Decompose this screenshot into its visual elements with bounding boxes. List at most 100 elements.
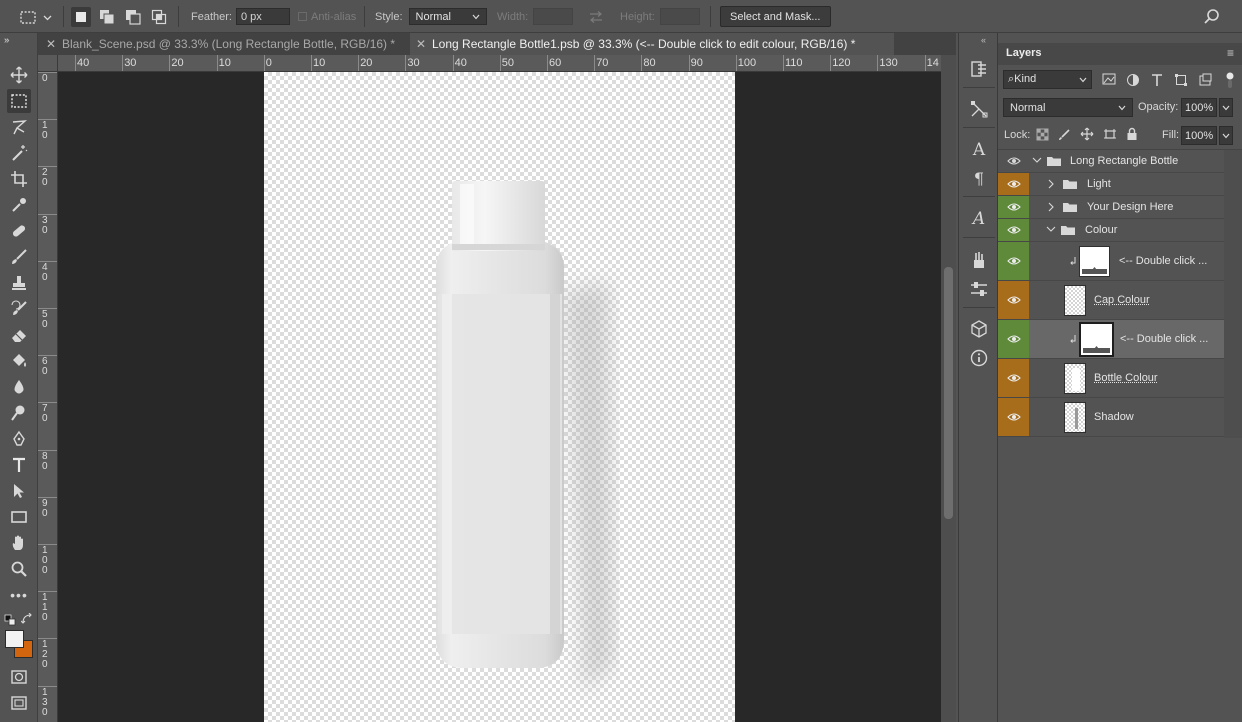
layer-row-bottle-colour[interactable]: Bottle Colour: [998, 359, 1224, 398]
width-input[interactable]: [533, 8, 574, 25]
layer-row-light[interactable]: Light: [998, 173, 1224, 196]
paint-bucket-tool[interactable]: [7, 349, 31, 373]
tab-long-rectangle-bottle[interactable]: ✕ Long Rectangle Bottle1.psb @ 33.3% (<-…: [410, 33, 894, 55]
layer-filter-select[interactable]: ⌕Kind: [1003, 70, 1092, 89]
visibility-toggle[interactable]: [998, 242, 1029, 280]
filter-toggle[interactable]: [1225, 71, 1235, 92]
shape-filter-icon[interactable]: [1174, 73, 1188, 87]
paragraph-panel-button[interactable]: ¶: [968, 167, 990, 189]
chevron-down-icon[interactable]: [1046, 226, 1056, 234]
default-colors-button[interactable]: [4, 614, 16, 629]
visibility-toggle[interactable]: [998, 173, 1029, 195]
clone-stamp-tool[interactable]: [7, 271, 31, 295]
eraser-tool[interactable]: [7, 323, 31, 347]
fill-input[interactable]: 100%: [1181, 126, 1217, 145]
zoom-tool[interactable]: [7, 557, 31, 581]
foreground-color-swatch[interactable]: [5, 630, 24, 648]
layer-row-bottle-colour-fill[interactable]: <-- Double click ...: [998, 320, 1224, 359]
visibility-toggle[interactable]: [998, 320, 1029, 358]
layer-row-long-rectangle-bottle[interactable]: Long Rectangle Bottle: [998, 150, 1224, 173]
layer-thumbnail[interactable]: [1064, 401, 1086, 433]
smart-object-filter-icon[interactable]: [1198, 73, 1212, 87]
canvas-area[interactable]: [58, 72, 941, 722]
edit-toolbar-button[interactable]: •••: [7, 583, 31, 607]
swap-colors-button[interactable]: [20, 612, 33, 628]
antialias-checkbox[interactable]: Anti-alias: [298, 0, 356, 33]
type-filter-icon[interactable]: [1150, 73, 1164, 87]
fill-slider-button[interactable]: [1219, 126, 1233, 145]
lock-artboard-icon[interactable]: [1103, 128, 1117, 141]
type-tool[interactable]: [7, 453, 31, 477]
panel-menu-icon[interactable]: ≡: [1227, 46, 1234, 60]
adjustment-filter-icon[interactable]: [1126, 73, 1140, 87]
history-brush-tool[interactable]: [7, 297, 31, 321]
close-icon[interactable]: ✕: [44, 37, 58, 51]
vertical-ruler[interactable]: 0 1 0 2 0 3 0 4 0 5 0 6 0 7 0 8 0 9 0 1 0 0 1 1 0 1 …: [38, 72, 58, 722]
adjustments-panel-button[interactable]: [968, 278, 990, 300]
style-select[interactable]: Normal: [408, 8, 487, 25]
select-and-mask-button[interactable]: Select and Mask...: [720, 6, 831, 27]
layer-row-shadow[interactable]: Shadow: [998, 398, 1224, 437]
lock-all-icon[interactable]: [1126, 127, 1138, 141]
opacity-slider-button[interactable]: [1219, 98, 1233, 117]
layer-thumbnail[interactable]: [1064, 362, 1086, 394]
layer-row-colour[interactable]: Colour: [998, 219, 1224, 242]
chevron-down-icon[interactable]: [1032, 157, 1042, 165]
blend-mode-select[interactable]: Normal: [1003, 98, 1133, 117]
visibility-toggle[interactable]: [998, 196, 1029, 218]
path-selection-tool[interactable]: [7, 479, 31, 503]
brush-tool[interactable]: [7, 245, 31, 269]
document-canvas[interactable]: [264, 72, 735, 722]
image-filter-icon[interactable]: [1102, 73, 1116, 85]
hand-tool[interactable]: [7, 531, 31, 555]
height-input[interactable]: [659, 8, 700, 25]
lock-position-icon[interactable]: [1080, 127, 1094, 141]
ruler-origin[interactable]: [38, 55, 58, 72]
eyedropper-tool[interactable]: [7, 193, 31, 217]
chevron-right-icon[interactable]: [1048, 202, 1056, 212]
quick-mask-button[interactable]: [7, 665, 31, 689]
rectangle-tool[interactable]: [7, 505, 31, 529]
collapse-panels-icon[interactable]: »: [4, 35, 10, 46]
lock-pixels-icon[interactable]: [1058, 128, 1071, 141]
pen-tool[interactable]: [7, 427, 31, 451]
marquee-preset-picker[interactable]: [18, 0, 54, 33]
feather-input[interactable]: 0 px: [235, 8, 290, 25]
info-panel-button[interactable]: [968, 347, 990, 369]
visibility-toggle[interactable]: [998, 219, 1029, 241]
layers-scrollbar[interactable]: [1224, 150, 1242, 438]
fill-layer-thumbnail[interactable]: [1079, 245, 1110, 277]
add-to-selection-button[interactable]: [97, 7, 117, 27]
close-icon[interactable]: ✕: [414, 37, 428, 51]
search-button[interactable]: [1203, 0, 1221, 33]
expand-panels-icon[interactable]: «: [981, 35, 986, 45]
dodge-tool[interactable]: [7, 401, 31, 425]
blur-tool[interactable]: [7, 375, 31, 399]
subtract-from-selection-button[interactable]: [123, 7, 143, 27]
new-selection-button[interactable]: [71, 6, 91, 27]
rectangular-marquee-tool[interactable]: [7, 89, 31, 113]
chevron-right-icon[interactable]: [1048, 179, 1056, 189]
healing-brush-tool[interactable]: [7, 219, 31, 243]
visibility-toggle[interactable]: [998, 359, 1029, 397]
crop-tool[interactable]: [7, 167, 31, 191]
visibility-toggle[interactable]: [998, 398, 1029, 436]
visibility-toggle[interactable]: [998, 150, 1029, 172]
swap-dimensions-button[interactable]: [588, 0, 604, 33]
tab-blank-scene[interactable]: ✕ Blank_Scene.psd @ 33.3% (Long Rectangl…: [44, 33, 408, 55]
intersect-selection-button[interactable]: [149, 7, 169, 27]
opacity-input[interactable]: 100%: [1181, 98, 1217, 117]
layer-row-your-design-here[interactable]: Your Design Here: [998, 196, 1224, 219]
history-panel-button[interactable]: [968, 58, 990, 80]
paths-panel-button[interactable]: [968, 98, 990, 120]
horizontal-ruler[interactable]: 40 30 20 10 0 10 20 30 40 50 60 70 80 90 100 110 120 130 1…: [58, 55, 941, 72]
layer-row-cap-colour-fill[interactable]: <-- Double click ...: [998, 242, 1224, 281]
3d-panel-button[interactable]: [968, 318, 990, 340]
fill-layer-thumbnail[interactable]: [1079, 321, 1114, 357]
lasso-tool[interactable]: [7, 115, 31, 139]
layer-row-cap-colour[interactable]: Cap Colour: [998, 281, 1224, 320]
vertical-scrollbar[interactable]: [941, 55, 956, 722]
visibility-toggle[interactable]: [998, 281, 1029, 319]
magic-wand-tool[interactable]: [7, 141, 31, 165]
glyphs-panel-button[interactable]: A: [968, 208, 990, 230]
